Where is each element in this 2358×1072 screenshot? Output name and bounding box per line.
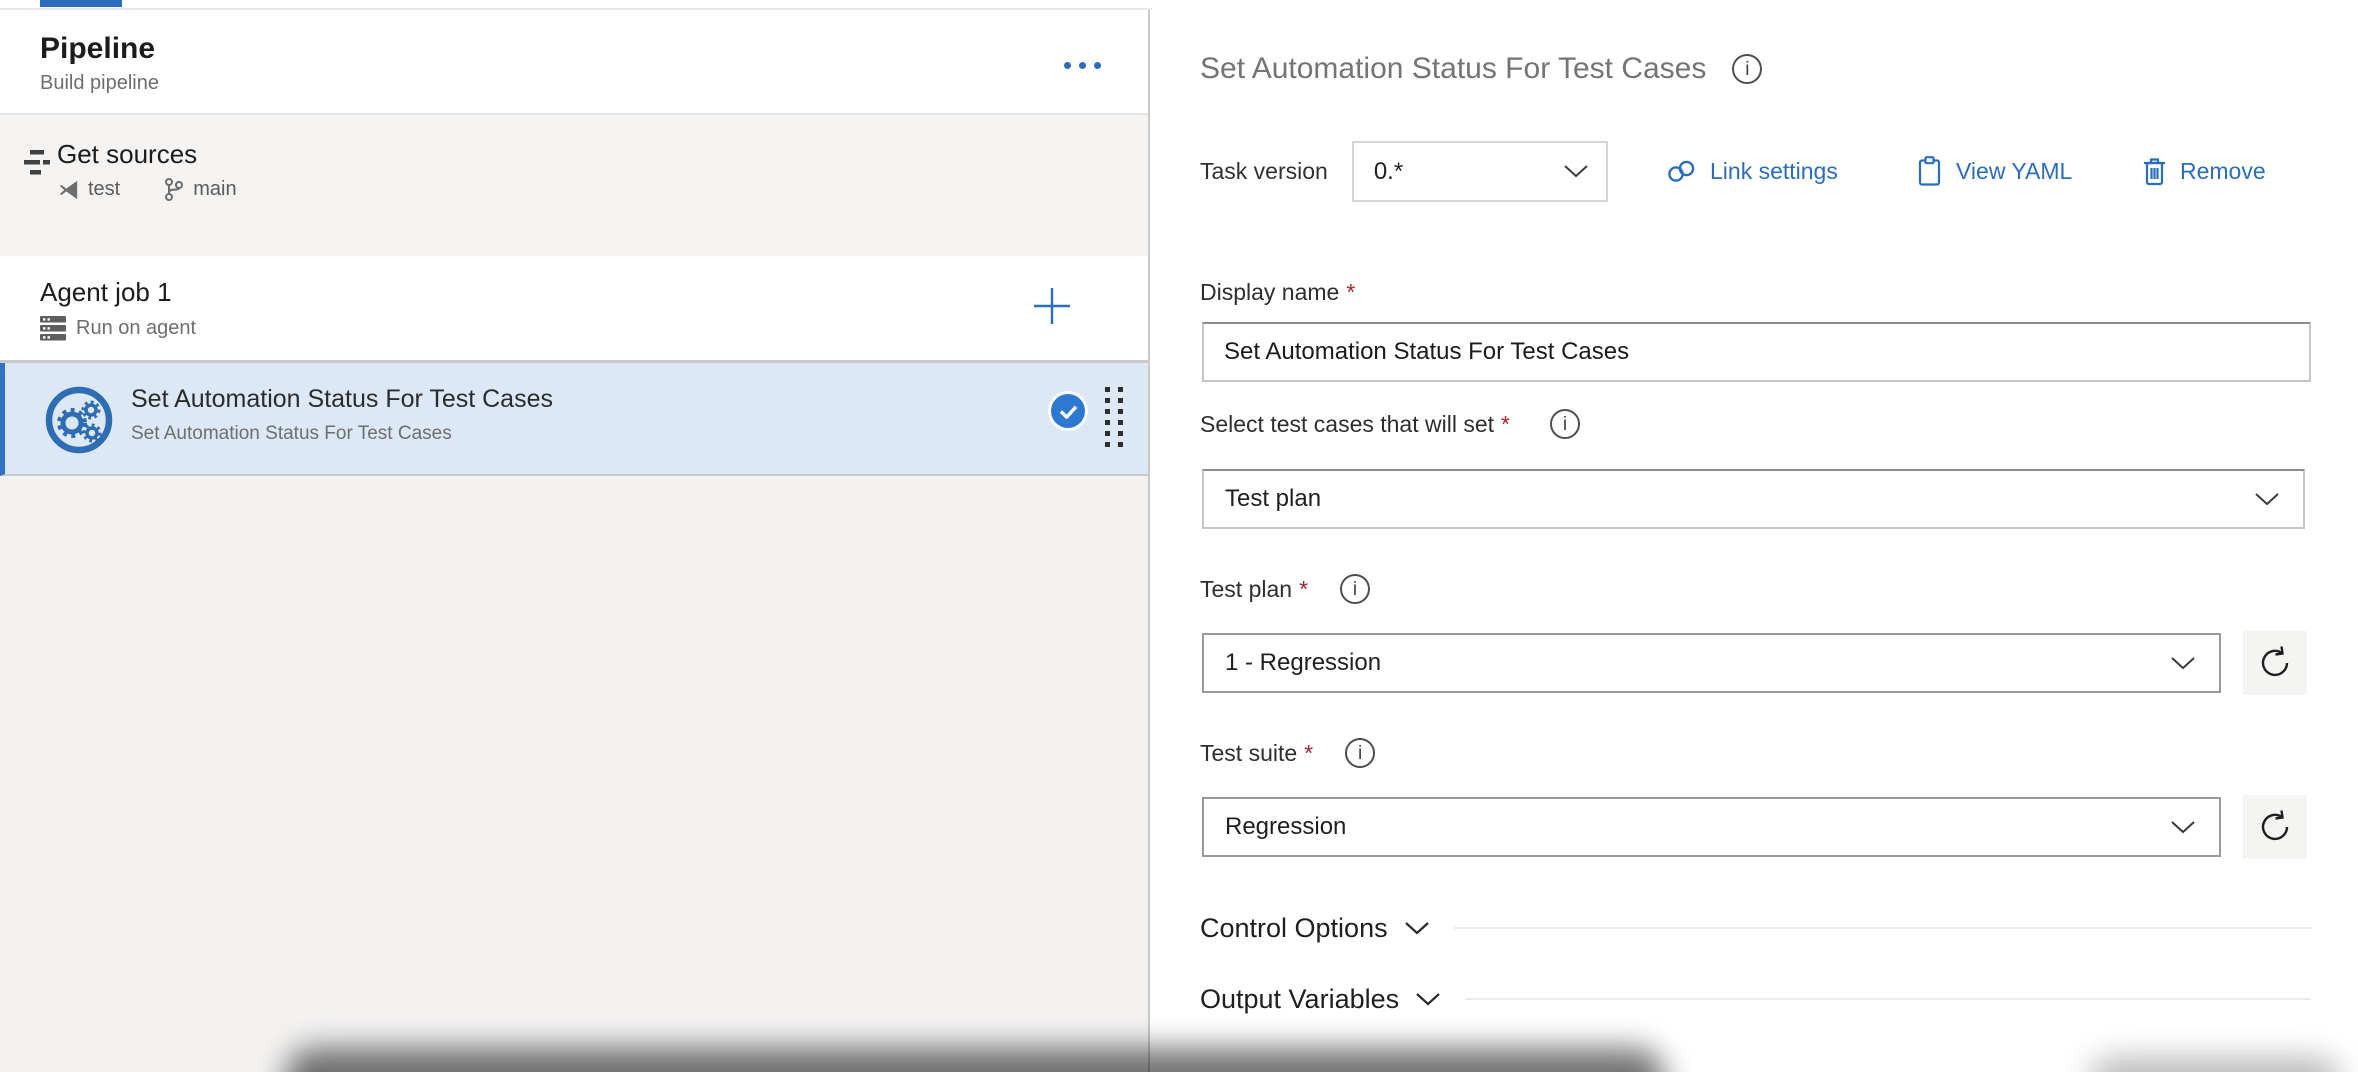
- refresh-icon: [2257, 809, 2293, 845]
- info-icon[interactable]: [1550, 409, 1580, 439]
- task-subtitle: Set Automation Status For Test Cases: [131, 423, 452, 445]
- remove-label: Remove: [2180, 158, 2266, 185]
- chevron-down-icon: [2255, 493, 2279, 506]
- task-settings-header: Set Automation Status For Test Cases: [1200, 52, 1762, 86]
- task-list-empty-area: [0, 476, 1148, 1072]
- trash-icon: [2142, 156, 2167, 187]
- output-variables-label: Output Variables: [1200, 984, 1399, 1015]
- test-suite-dropdown[interactable]: Regression: [1202, 797, 2221, 857]
- chevron-down-icon: [2171, 657, 2195, 670]
- link-settings-button[interactable]: Link settings: [1666, 141, 1838, 202]
- test-plan-refresh-button[interactable]: [2243, 631, 2307, 695]
- view-yaml-label: View YAML: [1956, 158, 2072, 185]
- section-divider: [1454, 927, 2311, 929]
- link-settings-label: Link settings: [1710, 158, 1838, 185]
- add-task-button[interactable]: [1030, 284, 1074, 328]
- display-name-label: Display name*: [1200, 279, 1355, 306]
- chevron-down-icon: [2171, 821, 2195, 834]
- branch-name[interactable]: main: [193, 178, 236, 201]
- test-suite-refresh-button[interactable]: [2243, 795, 2307, 859]
- git-branch-icon: [164, 177, 184, 202]
- task-title: Set Automation Status For Test Cases: [131, 385, 553, 414]
- steps-icon: [22, 148, 52, 178]
- task-row-selected[interactable]: Set Automation Status For Test Cases Set…: [0, 363, 1148, 476]
- section-divider: [1465, 998, 2311, 1000]
- test-suite-label: Test suite*: [1200, 738, 1375, 768]
- task-version-select[interactable]: 0.*: [1352, 141, 1608, 202]
- chevron-down-icon: [1404, 921, 1430, 935]
- get-sources-title: Get sources: [57, 139, 197, 170]
- get-sources-row[interactable]: Get sources test main: [0, 115, 1148, 256]
- pipeline-subtitle: Build pipeline: [40, 72, 159, 95]
- agent-job-subtitle: Run on agent: [76, 317, 196, 340]
- task-version-label: Task version: [1200, 158, 1328, 185]
- info-icon[interactable]: [1345, 738, 1375, 768]
- pipeline-header: Pipeline Build pipeline: [0, 10, 1148, 115]
- info-icon[interactable]: [1340, 574, 1370, 604]
- gears-badge-icon: [45, 386, 113, 454]
- remove-button[interactable]: Remove: [2142, 141, 2266, 202]
- active-tab-indicator: [40, 0, 122, 7]
- pipeline-editor: Pipeline Build pipeline Get sources test: [0, 0, 2358, 1072]
- repo-name[interactable]: test: [88, 178, 120, 201]
- more-options-button[interactable]: [1050, 48, 1114, 82]
- test-plan-label: Test plan*: [1200, 574, 1370, 604]
- drag-handle-icon[interactable]: [1105, 387, 1123, 447]
- control-options-section[interactable]: Control Options: [1200, 904, 2311, 952]
- agent-job-title: Agent job 1: [40, 277, 172, 308]
- get-sources-meta: test main: [57, 177, 237, 202]
- output-variables-section[interactable]: Output Variables: [1200, 975, 2311, 1023]
- task-settings-panel: Set Automation Status For Test Cases Tas…: [1152, 0, 2358, 1072]
- refresh-icon: [2257, 645, 2293, 681]
- task-version-row: Task version 0.*: [1200, 141, 1608, 202]
- task-enabled-check[interactable]: [1051, 394, 1085, 428]
- info-icon[interactable]: [1732, 54, 1762, 84]
- agent-job-row[interactable]: Agent job 1 Run on agent: [0, 256, 1148, 363]
- test-suite-value: Regression: [1225, 813, 1346, 841]
- agent-job-meta: Run on agent: [40, 316, 196, 341]
- test-plan-dropdown[interactable]: 1 - Regression: [1202, 633, 2221, 693]
- clipboard-icon: [1916, 156, 1943, 187]
- view-yaml-button[interactable]: View YAML: [1916, 141, 2072, 202]
- ellipsis-icon: [1064, 62, 1071, 69]
- pipeline-tree-panel: Pipeline Build pipeline Get sources test: [0, 10, 1150, 1072]
- chevron-down-icon: [1564, 165, 1588, 178]
- select-test-cases-label: Select test cases that will set*: [1200, 409, 1580, 439]
- link-icon: [1666, 158, 1697, 185]
- server-icon: [40, 316, 66, 341]
- check-icon: [1059, 404, 1078, 419]
- display-name-input[interactable]: [1202, 322, 2311, 382]
- visual-studio-icon: [57, 179, 79, 201]
- task-settings-title: Set Automation Status For Test Cases: [1200, 52, 1706, 86]
- task-version-value: 0.*: [1374, 158, 1403, 186]
- select-test-cases-value: Test plan: [1225, 485, 1321, 513]
- plus-icon: [1030, 284, 1074, 328]
- control-options-label: Control Options: [1200, 913, 1388, 944]
- test-plan-value: 1 - Regression: [1225, 649, 1381, 677]
- chevron-down-icon: [1415, 992, 1441, 1006]
- pipeline-title: Pipeline: [40, 32, 155, 66]
- select-test-cases-dropdown[interactable]: Test plan: [1202, 469, 2305, 529]
